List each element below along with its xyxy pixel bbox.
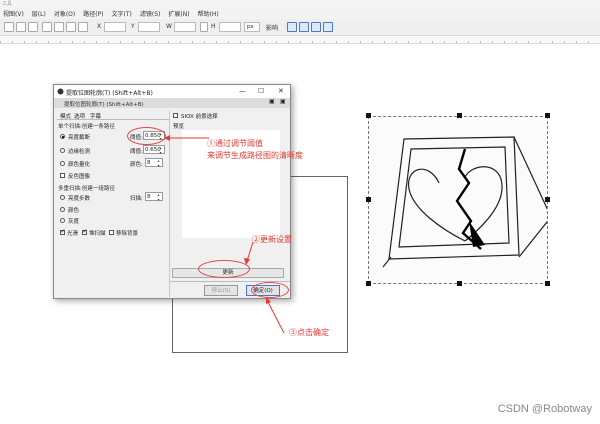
annotation-arrow-3 <box>266 297 285 334</box>
annotation-note-2: ②更新设置 <box>252 235 292 244</box>
trace-bitmap-dialog: 提取位图轮廓(T) (Shift+Alt+B) — ☐ ✕ 提取位图轮廓(T) … <box>53 84 291 299</box>
annotation-note-3: ③点击确定 <box>289 328 329 337</box>
menu-layer[interactable]: 层(L) <box>32 9 46 18</box>
colors-option-label: 颜色 <box>68 208 80 214</box>
handle-top-center[interactable] <box>457 113 462 118</box>
annotation-arrow-1 <box>164 135 209 141</box>
affect-label: 影响 <box>266 25 279 32</box>
grays-option-label: 灰度 <box>68 219 80 225</box>
x-field[interactable] <box>104 22 126 32</box>
menubar: 视图(V) 层(L) 对象(O) 路径(P) 文字(T) 滤镜(S) 扩展(N)… <box>0 7 600 19</box>
lock-ratio-icon[interactable] <box>200 22 208 32</box>
flip-horizontal-icon[interactable] <box>66 22 76 32</box>
watermark: CSDN @Robotway <box>497 403 592 415</box>
siox-checkbox[interactable] <box>173 113 178 118</box>
app-icon <box>57 88 64 95</box>
dialog-title: 提取位图轮廓(T) (Shift+Alt+B) <box>66 90 153 97</box>
edge-detection-radio[interactable] <box>60 148 65 153</box>
annotation-note-1-line-2: 来调节生成路径图的清晰度 <box>207 151 303 160</box>
menu-path[interactable]: 路径(P) <box>83 9 103 18</box>
grays-radio[interactable] <box>60 218 65 223</box>
select-all-layers-icon[interactable] <box>16 22 26 32</box>
handle-top-left[interactable] <box>366 113 371 118</box>
single-scan-group-label: 单个扫描:创建一条路径 <box>58 124 115 130</box>
color-quant-label: 颜色量化 <box>68 162 91 168</box>
colors-label: 颜色: <box>130 162 143 168</box>
remove-background-checkbox[interactable] <box>109 230 114 235</box>
edge-detection-label: 边缘检测 <box>68 149 91 155</box>
brightness-steps-label: 亮度步数 <box>68 196 91 202</box>
handle-top-right[interactable] <box>545 113 550 118</box>
h-field[interactable] <box>219 22 241 32</box>
move-patterns-icon[interactable] <box>323 22 333 32</box>
maximize-icon[interactable]: ☐ <box>258 87 264 95</box>
minimize-icon[interactable]: — <box>239 87 246 95</box>
unit-select[interactable]: px <box>244 22 260 32</box>
tab-divider <box>57 119 169 120</box>
menu-filters[interactable]: 滤镜(S) <box>140 9 161 18</box>
horizontal-ruler <box>0 36 600 44</box>
smooth-checkbox[interactable] <box>60 228 66 235</box>
annotation-note-1-line-1: ①通过调节阈值 <box>207 139 263 148</box>
colors-radio[interactable] <box>60 207 65 212</box>
edge-threshold-spinbox[interactable]: 0.650 <box>143 145 165 155</box>
panel-menu-icon[interactable]: ▣ <box>269 98 275 105</box>
deselect-icon[interactable] <box>28 22 38 32</box>
menu-help[interactable]: 帮助(H) <box>198 9 219 18</box>
menu-view[interactable]: 视图(V) <box>3 9 24 18</box>
colors-spinbox[interactable]: 8 <box>145 158 163 168</box>
brightness-cutoff-label: 亮度截断 <box>68 135 91 141</box>
broken-heart-frame-sketch <box>382 136 547 268</box>
remove-background-label: 移除背景 <box>116 231 139 237</box>
select-all-icon[interactable] <box>4 22 14 32</box>
handle-bottom-left[interactable] <box>366 281 371 286</box>
menu-extensions[interactable]: 扩展(N) <box>168 9 189 18</box>
brightness-cutoff-radio[interactable] <box>60 134 65 139</box>
y-field[interactable] <box>138 22 160 32</box>
dialog-titlebar[interactable]: 提取位图轮廓(T) (Shift+Alt+B) — ☐ ✕ <box>54 85 290 99</box>
scans-spinbox[interactable]: 8 <box>145 192 163 202</box>
smooth-label: 光滑 <box>67 231 79 237</box>
close-icon[interactable]: ✕ <box>278 87 284 95</box>
w-field[interactable] <box>174 22 196 32</box>
stack-scans-label: 堆扫描 <box>89 231 106 237</box>
h-label: H <box>211 23 216 30</box>
stack-scans-checkbox[interactable] <box>82 228 88 235</box>
rotate-ccw-icon[interactable] <box>42 22 52 32</box>
edge-threshold-label: 阈值: <box>130 149 143 155</box>
invert-image-label: 反色图像 <box>68 174 91 180</box>
y-label: Y <box>131 23 135 30</box>
move-gradients-icon[interactable] <box>311 22 321 32</box>
selected-bitmap[interactable] <box>366 113 550 286</box>
menu-object[interactable]: 对象(O) <box>54 9 75 18</box>
stop-button[interactable]: 停止(S) <box>204 285 238 296</box>
threshold-highlight-oval <box>127 127 166 145</box>
toolbar: X Y W H px 影响 <box>0 19 600 36</box>
window-title-fragment: 工具 <box>2 1 13 7</box>
window-title-strip: 工具 <box>0 0 600 7</box>
scale-stroke-icon[interactable] <box>287 22 297 32</box>
flip-vertical-icon[interactable] <box>78 22 88 32</box>
x-label: X <box>97 23 102 30</box>
handle-bottom-center[interactable] <box>457 281 462 286</box>
rotate-cw-icon[interactable] <box>54 22 64 32</box>
w-label: W <box>166 23 172 30</box>
handle-middle-left[interactable] <box>366 197 371 202</box>
handle-middle-right[interactable] <box>545 197 550 202</box>
multi-scan-group-label: 多重扫描:创建一组路径 <box>58 186 115 192</box>
siox-label: SIOX 前景选择 <box>181 114 218 120</box>
invert-image-checkbox[interactable] <box>60 173 65 178</box>
scale-corners-icon[interactable] <box>299 22 309 32</box>
menu-text[interactable]: 文字(T) <box>112 9 132 18</box>
dialog-subbar: 提取位图轮廓(T) (Shift+Alt+B) ▣ ▣ <box>54 98 290 108</box>
handle-bottom-right[interactable] <box>545 281 550 286</box>
scans-label: 扫描: <box>130 196 143 202</box>
preview-label: 预览 <box>173 124 185 130</box>
panel-close-icon[interactable]: ▣ <box>280 98 286 105</box>
brightness-steps-radio[interactable] <box>60 195 65 200</box>
color-quant-radio[interactable] <box>60 161 65 166</box>
dialog-subtitle: 提取位图轮廓(T) (Shift+Alt+B) <box>64 102 144 108</box>
